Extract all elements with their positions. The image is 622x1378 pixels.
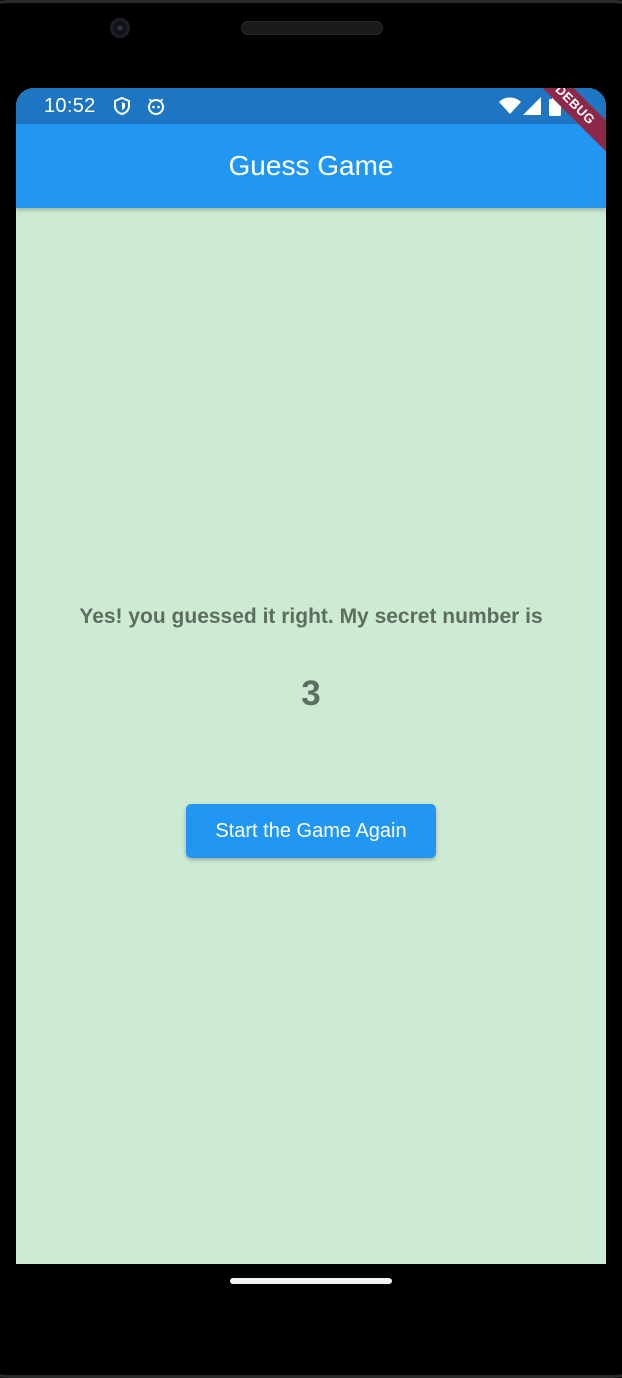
shield-icon bbox=[112, 96, 132, 116]
earpiece-speaker bbox=[241, 21, 383, 35]
status-time: 10:52 bbox=[44, 95, 96, 117]
wifi-icon bbox=[498, 96, 522, 116]
home-indicator[interactable] bbox=[230, 1278, 392, 1284]
phone-frame: 10:52 Guess Game DEBUG Yes! you guessed … bbox=[0, 0, 622, 1378]
status-bar: 10:52 bbox=[16, 88, 606, 124]
android-face-icon bbox=[146, 96, 166, 116]
front-camera bbox=[110, 18, 130, 38]
secret-number: 3 bbox=[301, 674, 321, 713]
result-message: Yes! you guessed it right. My secret num… bbox=[79, 605, 543, 628]
start-game-again-button[interactable]: Start the Game Again bbox=[186, 804, 436, 858]
signal-icon bbox=[522, 96, 542, 116]
app-screen: 10:52 Guess Game DEBUG Yes! you guessed … bbox=[16, 88, 606, 1264]
app-bar: Guess Game bbox=[16, 124, 606, 208]
main-content: Yes! you guessed it right. My secret num… bbox=[16, 208, 606, 1264]
app-title: Guess Game bbox=[228, 150, 394, 181]
